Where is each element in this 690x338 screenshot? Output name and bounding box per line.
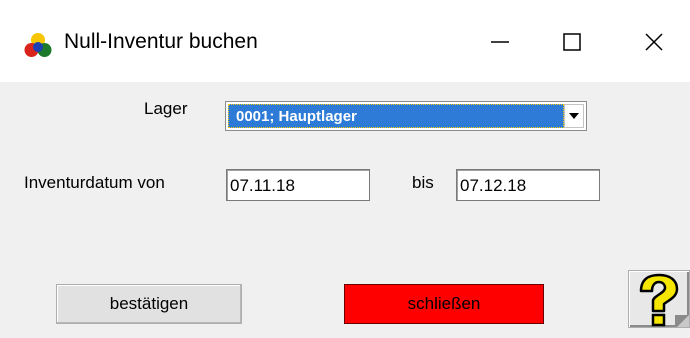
datum-von-field[interactable]: 07.11.18 [226,169,370,201]
dropdown-arrow-button[interactable] [564,104,584,128]
minimize-icon [491,41,509,43]
maximize-icon [563,33,581,51]
close-window-button[interactable] [624,20,684,64]
lager-selected-text: 0001; Hauptlager [236,108,357,125]
maximize-button[interactable] [542,20,602,64]
help-button[interactable] [628,270,690,328]
minimize-button[interactable] [470,20,530,64]
lager-dropdown[interactable]: 0001; Hauptlager [225,101,587,131]
close-icon [645,33,663,51]
close-form-button[interactable]: schließen [344,284,544,324]
help-question-icon [639,273,689,327]
dialog-window: Null-Inventur buchen Lager 0001; Hauptla… [0,0,690,338]
datum-bis-field[interactable]: 07.12.18 [456,169,600,201]
lager-selected-item: 0001; Hauptlager [228,104,564,128]
window-title: Null-Inventur buchen [64,30,258,53]
chevron-down-icon [569,112,579,119]
inventurdatum-label: Inventurdatum von [24,173,165,192]
app-logo-icon [24,33,52,57]
lager-label: Lager [144,99,188,118]
title-bar[interactable]: Null-Inventur buchen [0,0,690,82]
bis-label: bis [412,173,434,192]
confirm-button[interactable]: bestätigen [56,284,242,324]
